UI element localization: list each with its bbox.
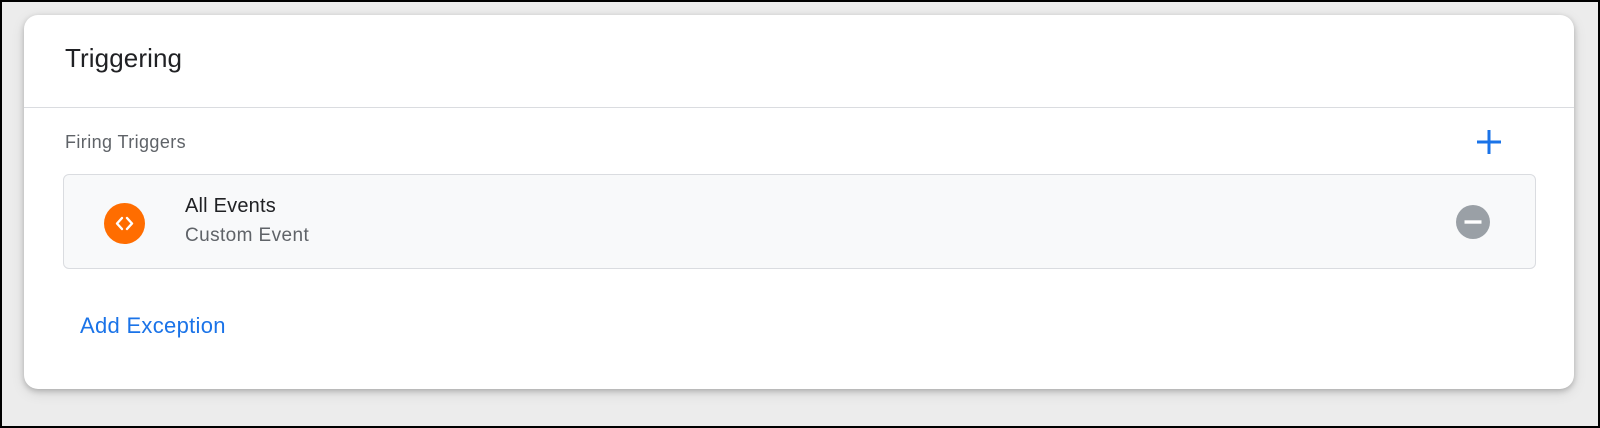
custom-event-code-icon (104, 203, 145, 244)
plus-icon (1477, 130, 1501, 154)
card-header: Triggering (24, 15, 1574, 108)
firing-triggers-label: Firing Triggers (65, 132, 187, 152)
add-exception-link[interactable]: Add Exception (80, 313, 226, 339)
card-title: Triggering (65, 43, 183, 73)
trigger-name: All Events (185, 195, 276, 217)
screenshot-frame: Triggering Firing Triggers All Events Cu… (0, 0, 1600, 428)
remove-circle-icon (1456, 205, 1490, 239)
add-trigger-button[interactable] (1474, 127, 1504, 157)
trigger-type: Custom Event (185, 225, 310, 246)
trigger-row[interactable]: All Events Custom Event (63, 174, 1536, 269)
remove-trigger-button[interactable] (1456, 205, 1490, 239)
triggering-card: Triggering Firing Triggers All Events Cu… (24, 15, 1574, 389)
